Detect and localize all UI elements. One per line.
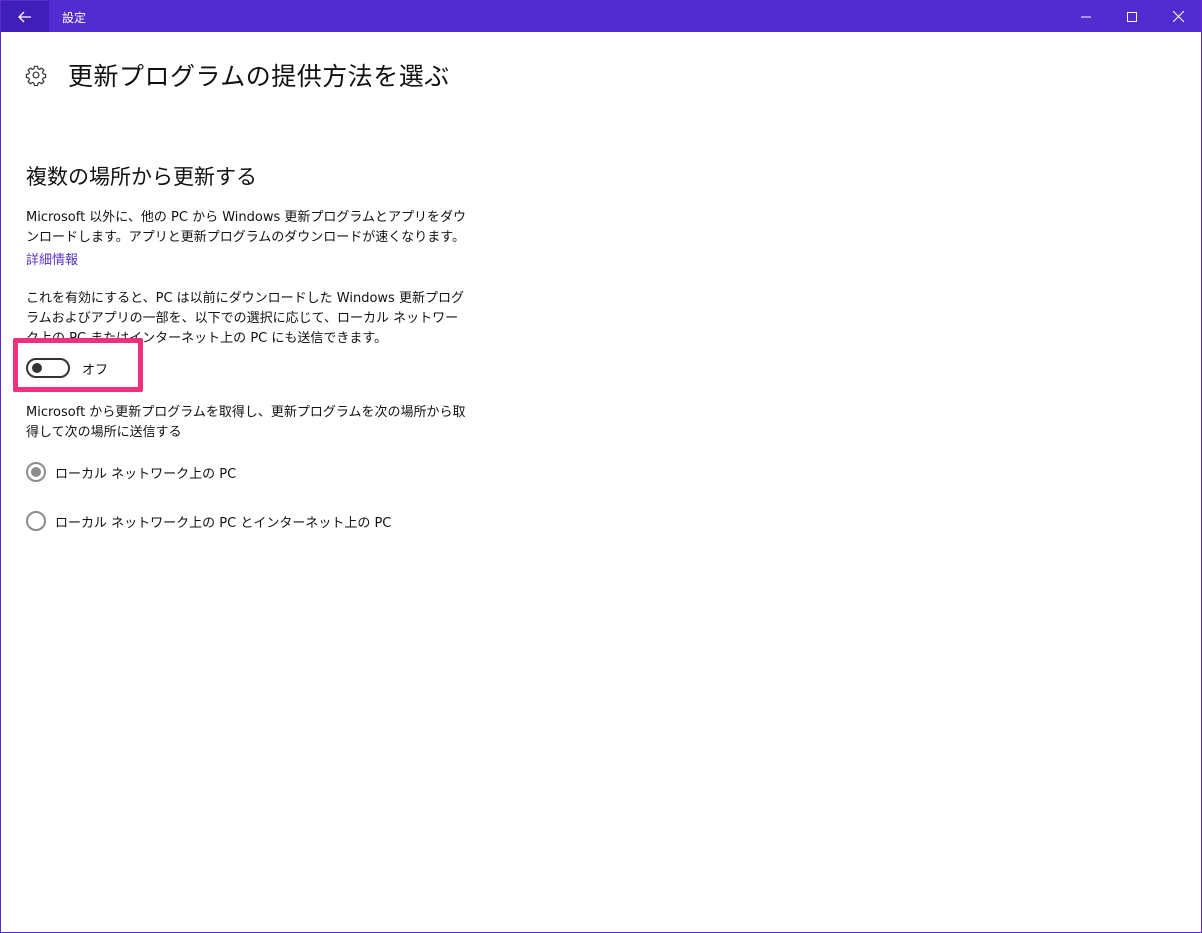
back-arrow-icon bbox=[18, 11, 31, 22]
delivery-toggle[interactable] bbox=[26, 358, 70, 378]
close-button[interactable] bbox=[1155, 1, 1201, 32]
delivery-toggle-row[interactable]: オフ bbox=[26, 358, 108, 378]
description-download: Microsoft 以外に、他の PC から Windows 更新プログラムとア… bbox=[26, 210, 466, 245]
app-title: 設定 bbox=[62, 11, 87, 25]
radio-label-local-internet: ローカル ネットワーク上の PC とインターネット上の PC bbox=[55, 515, 392, 531]
maximize-button[interactable] bbox=[1109, 1, 1155, 32]
page-header: 更新プログラムの提供方法を選ぶ bbox=[25, 59, 450, 91]
close-icon bbox=[1172, 11, 1184, 22]
radio-option-local-internet[interactable]: ローカル ネットワーク上の PC とインターネット上の PC bbox=[26, 511, 391, 531]
back-button[interactable] bbox=[1, 1, 49, 32]
settings-window: 設定 更新プログラムの提供方法を選ぶ 複数の場所から更新する Microsoft… bbox=[0, 0, 1202, 933]
radio-button-local-internet[interactable] bbox=[26, 511, 46, 531]
toggle-knob bbox=[32, 363, 42, 373]
radio-button-local[interactable] bbox=[26, 462, 46, 482]
minimize-icon bbox=[1081, 16, 1091, 17]
section-title: 複数の場所から更新する bbox=[26, 165, 257, 189]
details-link[interactable]: 詳細情報 bbox=[26, 249, 78, 268]
radio-option-local[interactable]: ローカル ネットワーク上の PC bbox=[26, 462, 236, 482]
maximize-icon bbox=[1127, 11, 1137, 22]
radio-label-local: ローカル ネットワーク上の PC bbox=[55, 466, 237, 482]
gear-icon bbox=[25, 64, 47, 86]
toggle-state-label: オフ bbox=[82, 362, 109, 378]
title-bar: 設定 bbox=[1, 1, 1201, 32]
minimize-button[interactable] bbox=[1063, 1, 1109, 32]
description-source: Microsoft から更新プログラムを取得し、更新プログラムを次の場所から取得… bbox=[26, 405, 466, 440]
page-title: 更新プログラムの提供方法を選ぶ bbox=[68, 62, 450, 91]
